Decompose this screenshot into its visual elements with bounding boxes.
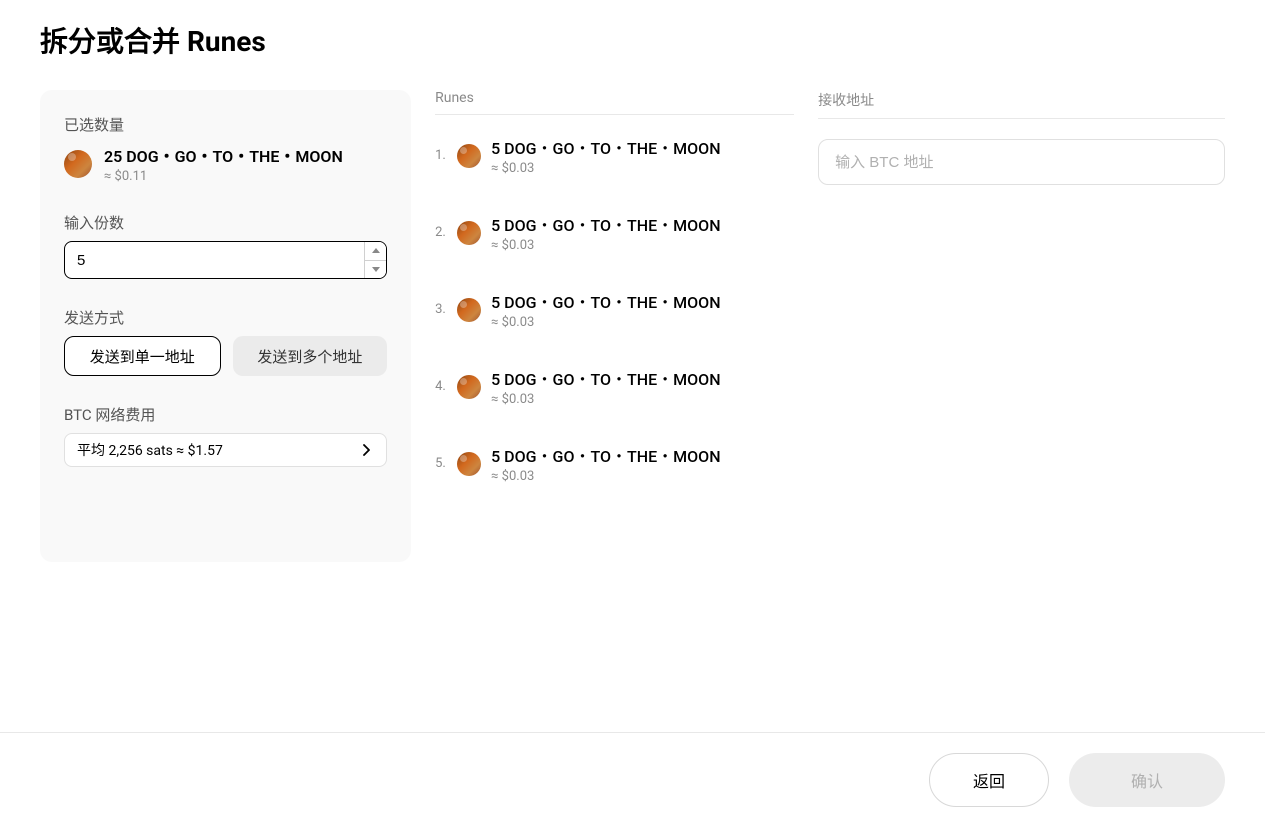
chevron-down-icon — [372, 267, 380, 272]
rune-index: 5. — [435, 456, 447, 471]
shares-label: 输入份数 — [64, 212, 387, 233]
selected-amount-label: 已选数量 — [64, 114, 387, 135]
confirm-button[interactable]: 确认 — [1069, 753, 1225, 807]
shares-input[interactable] — [64, 241, 387, 279]
token-icon — [457, 298, 481, 322]
fee-label: BTC 网络费用 — [64, 404, 387, 425]
rune-name: 5 DOG・GO・TO・THE・MOON — [491, 212, 720, 236]
fee-selector[interactable]: 平均 2,256 sats ≈ $1.57 — [64, 433, 387, 467]
footer-bar: 返回 确认 — [0, 732, 1265, 827]
shares-decrement-button[interactable] — [365, 261, 386, 279]
mode-multiple-button[interactable]: 发送到多个地址 — [233, 336, 388, 376]
btc-address-input[interactable] — [818, 139, 1225, 185]
rune-name: 5 DOG・GO・TO・THE・MOON — [491, 135, 720, 159]
rune-item: 1. 5 DOG・GO・TO・THE・MOON ≈ $0.03 — [435, 135, 794, 176]
token-icon — [457, 375, 481, 399]
back-button[interactable]: 返回 — [929, 753, 1049, 807]
rune-name: 5 DOG・GO・TO・THE・MOON — [491, 366, 720, 390]
token-icon — [457, 452, 481, 476]
rune-item: 3. 5 DOG・GO・TO・THE・MOON ≈ $0.03 — [435, 289, 794, 330]
token-icon — [457, 221, 481, 245]
rune-name: 5 DOG・GO・TO・THE・MOON — [491, 443, 720, 467]
address-header: 接收地址 — [818, 90, 1225, 119]
selected-token-name: 25 DOG・GO・TO・THE・MOON — [104, 143, 343, 167]
mode-single-button[interactable]: 发送到单一地址 — [64, 336, 221, 376]
config-panel: 已选数量 25 DOG・GO・TO・THE・MOON ≈ $0.11 输入份数 — [40, 90, 411, 562]
selected-token-price: ≈ $0.11 — [104, 169, 343, 184]
rune-index: 2. — [435, 225, 447, 240]
rune-price: ≈ $0.03 — [491, 392, 720, 407]
rune-name: 5 DOG・GO・TO・THE・MOON — [491, 289, 720, 313]
chevron-right-icon — [358, 442, 374, 458]
address-panel: 接收地址 — [818, 90, 1225, 562]
fee-value: 平均 2,256 sats ≈ $1.57 — [77, 440, 223, 460]
runes-header: Runes — [435, 90, 794, 115]
rune-price: ≈ $0.03 — [491, 315, 720, 330]
runes-list-panel: Runes 1. 5 DOG・GO・TO・THE・MOON ≈ $0.03 2.… — [435, 90, 794, 562]
token-icon — [457, 144, 481, 168]
chevron-up-icon — [372, 248, 380, 253]
rune-index: 3. — [435, 302, 447, 317]
rune-item: 5. 5 DOG・GO・TO・THE・MOON ≈ $0.03 — [435, 443, 794, 484]
rune-price: ≈ $0.03 — [491, 469, 720, 484]
selected-token-row: 25 DOG・GO・TO・THE・MOON ≈ $0.11 — [64, 143, 387, 184]
rune-price: ≈ $0.03 — [491, 161, 720, 176]
rune-item: 4. 5 DOG・GO・TO・THE・MOON ≈ $0.03 — [435, 366, 794, 407]
rune-price: ≈ $0.03 — [491, 238, 720, 253]
token-icon — [64, 150, 92, 178]
rune-index: 1. — [435, 148, 447, 163]
page-title: 拆分或合并 Runes — [40, 20, 1225, 60]
rune-item: 2. 5 DOG・GO・TO・THE・MOON ≈ $0.03 — [435, 212, 794, 253]
send-mode-label: 发送方式 — [64, 307, 387, 328]
rune-index: 4. — [435, 379, 447, 394]
shares-increment-button[interactable] — [365, 242, 386, 261]
